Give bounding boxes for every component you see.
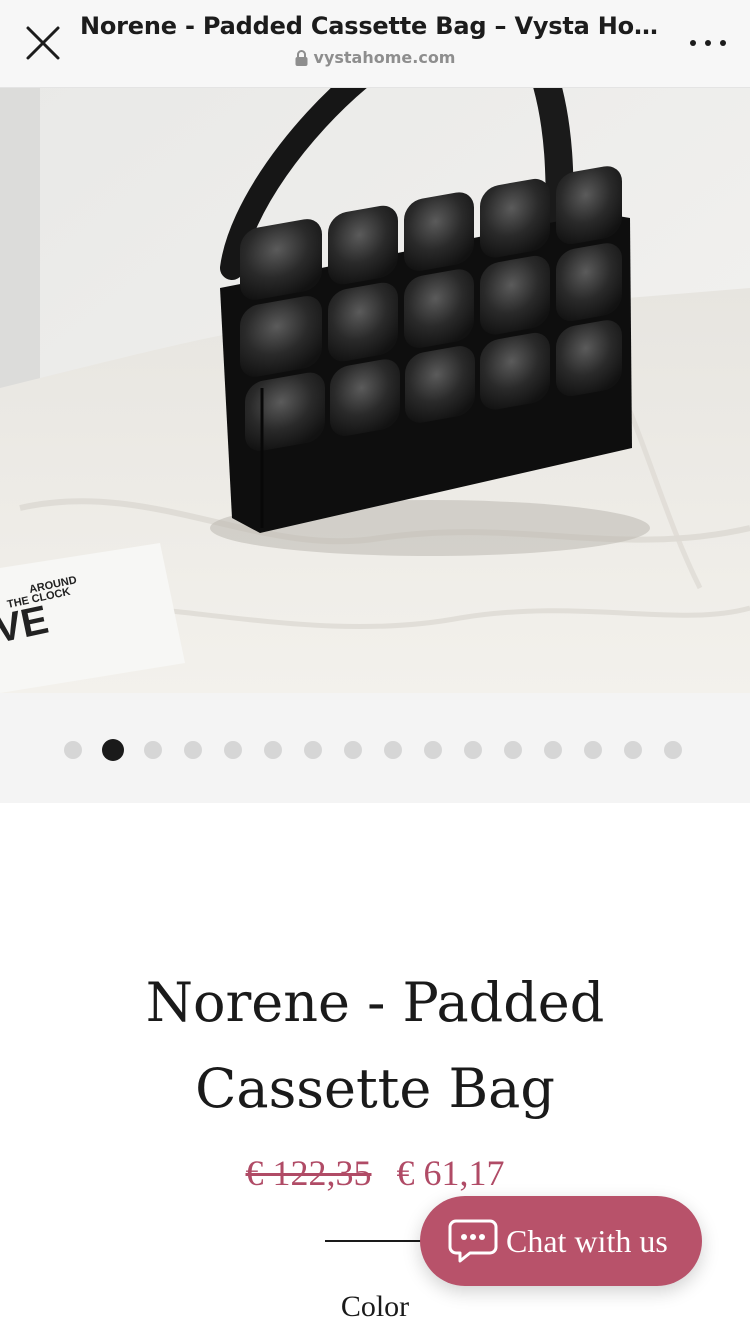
carousel-dot[interactable] [264,741,282,759]
sale-price: € 61,17 [396,1153,505,1193]
carousel-dot-active[interactable] [102,739,124,761]
carousel-dot[interactable] [504,741,522,759]
carousel-dot[interactable] [624,741,642,759]
carousel-dot[interactable] [464,741,482,759]
product-photo[interactable]: AROUND THE CLOCK VE [0,88,750,693]
carousel-dot[interactable] [344,741,362,759]
carousel-dots [64,739,704,761]
page-title-block: Norene - Padded Cassette Bag – Vysta Hom… [80,12,670,67]
carousel-dot[interactable] [544,741,562,759]
product-title: Norene - Padded Cassette Bag [75,960,675,1132]
carousel-dot[interactable] [304,741,322,759]
image-carousel-nav [0,693,750,803]
browser-top-bar: Norene - Padded Cassette Bag – Vysta Hom… [0,0,750,88]
more-dots-icon [720,40,726,46]
lock-icon [295,49,308,66]
carousel-dot[interactable] [584,741,602,759]
carousel-dot[interactable] [64,741,82,759]
close-button[interactable] [20,20,66,66]
url-text: vystahome.com [313,48,456,67]
page-title: Norene - Padded Cassette Bag – Vysta Hom… [80,12,670,40]
product-title-line2: Cassette Bag [195,1057,555,1120]
product-title-line1: Norene - Padded [145,971,605,1034]
carousel-dot[interactable] [384,741,402,759]
price-row: € 122,35 € 61,17 [0,1152,750,1194]
carousel-dot[interactable] [184,741,202,759]
chat-button-label: Chat with us [506,1222,668,1259]
bag-photo-illustration: AROUND THE CLOCK VE [0,88,750,693]
more-dots-icon [705,40,711,46]
carousel-dot[interactable] [224,741,242,759]
close-icon [26,26,60,60]
color-option-label: Color [340,1290,410,1323]
chat-bubble-icon [448,1219,498,1263]
url-row: vystahome.com [80,48,670,67]
carousel-dot[interactable] [424,741,442,759]
more-options-button[interactable] [690,30,726,56]
divider [325,1240,425,1242]
compare-at-price: € 122,35 [245,1153,372,1193]
chat-with-us-button[interactable]: Chat with us [420,1196,702,1286]
carousel-dot[interactable] [664,741,682,759]
more-dots-icon [690,40,696,46]
carousel-dot[interactable] [144,741,162,759]
